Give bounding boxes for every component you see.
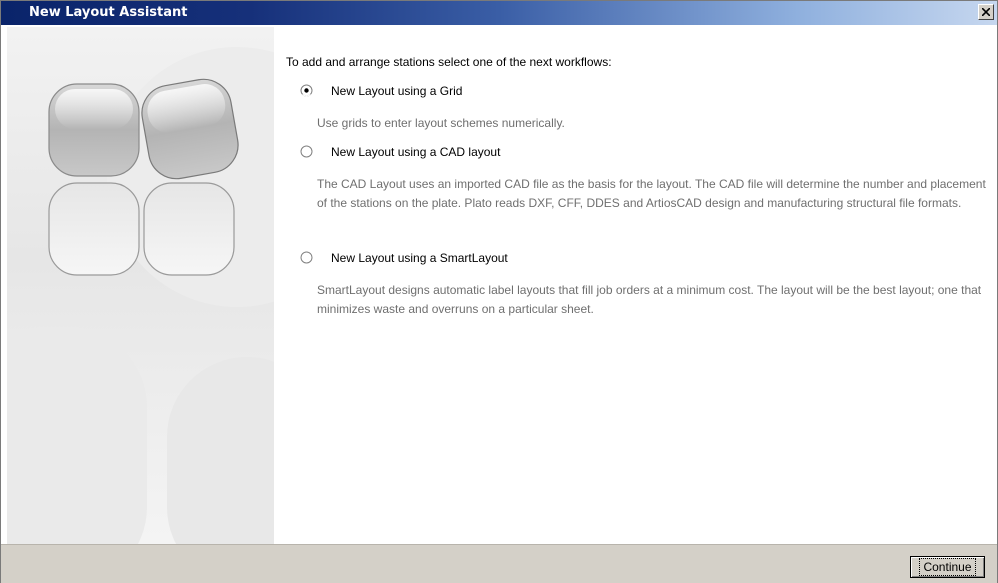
radio-selected-icon[interactable] (300, 84, 313, 97)
rounded-squares-graphic (7, 47, 274, 544)
option-cad-layout-label[interactable]: New Layout using a CAD layout (331, 145, 500, 159)
title-bar[interactable]: New Layout Assistant (1, 1, 997, 25)
option-grid-description: Use grids to enter layout schemes numeri… (317, 116, 565, 130)
radio-unselected-icon[interactable] (300, 145, 313, 158)
option-smartlayout-label[interactable]: New Layout using a SmartLayout (331, 251, 508, 265)
window-title: New Layout Assistant (29, 5, 188, 20)
option-smartlayout-description: SmartLayout designs automatic label layo… (317, 283, 982, 316)
option-cad-layout-description: The CAD Layout uses an imported CAD file… (317, 177, 986, 210)
new-layout-assistant-window: New Layout Assistant To add and arrange … (0, 0, 998, 583)
radio-unselected-icon[interactable] (300, 251, 313, 264)
wizard-side-graphic (7, 27, 274, 544)
close-button[interactable] (978, 4, 994, 20)
intro-text: To add and arrange stations select one o… (286, 55, 612, 69)
option-grid-label[interactable]: New Layout using a Grid (331, 84, 462, 98)
workflow-options-panel: To add and arrange stations select one o… (286, 27, 991, 542)
dialog-footer: Continue (1, 544, 997, 583)
close-icon (982, 8, 990, 16)
continue-button-label: Continue (919, 558, 976, 576)
continue-button[interactable]: Continue (910, 556, 985, 578)
